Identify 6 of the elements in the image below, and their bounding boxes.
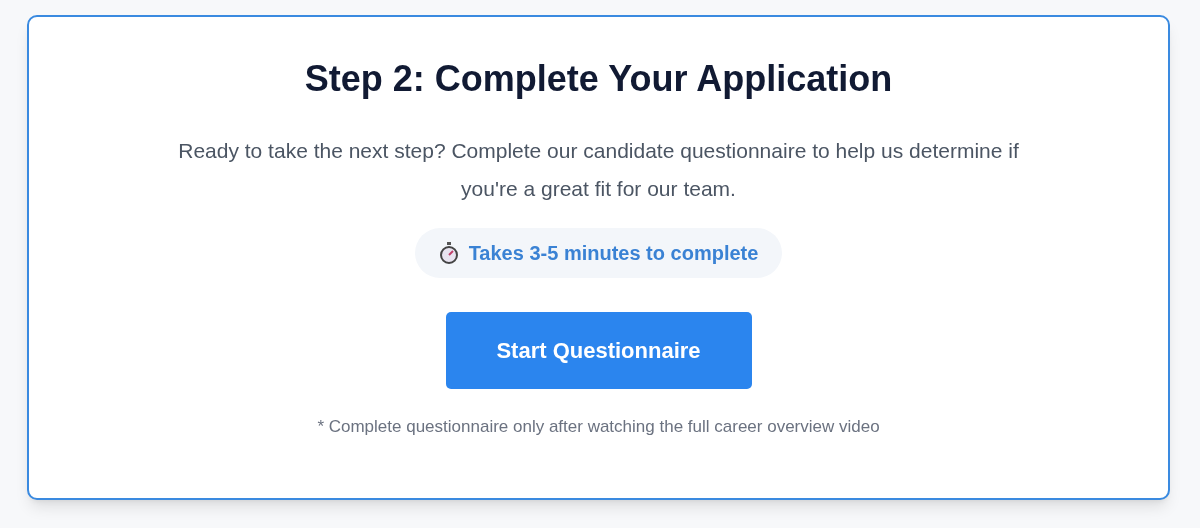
footnote: * Complete questionnaire only after watching the full career overview video [317, 416, 880, 438]
duration-text: Takes 3-5 minutes to complete [468, 241, 759, 266]
card-title: Step 2: Complete Your Application [304, 57, 893, 101]
description: Ready to take the next step? Complete our candidate questionnaire to help us determine if you're a great fit for our team. [177, 138, 1020, 202]
start-questionnaire-button[interactable]: Start Questionnaire [445, 312, 752, 389]
stopwatch-icon [438, 242, 459, 264]
